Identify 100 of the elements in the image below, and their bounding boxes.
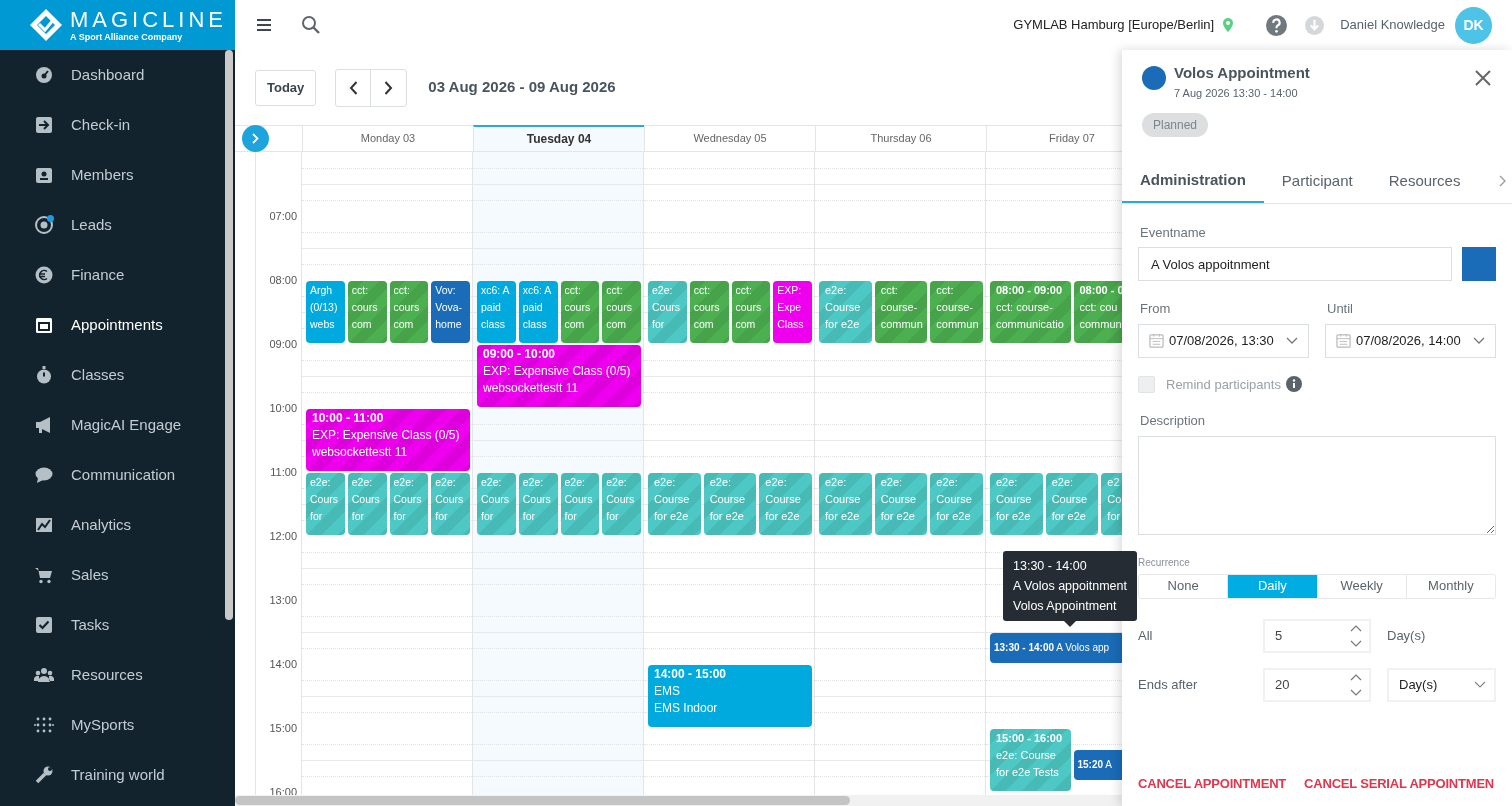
sidebar-item[interactable]: Tasks [0, 600, 235, 650]
cancel-button[interactable]: CANCEL APPOINTMENT [1138, 773, 1287, 793]
sidebar-item[interactable]: Leads [0, 200, 235, 250]
calendar-event[interactable]: Argh (0/13) webs [306, 281, 345, 343]
segment-option[interactable]: Weekly [1316, 574, 1406, 598]
sidebar-item[interactable]: Check-in [0, 100, 235, 150]
calendar-event[interactable]: 08:00 - 09:00 cct: course- communicatio [990, 281, 1071, 343]
sidebar-item[interactable]: Appointments [0, 300, 235, 350]
cancel-button[interactable]: CANCEL SERIAL APPOINTMEN [1304, 773, 1495, 793]
sidebar-item[interactable]: Analytics [0, 500, 235, 550]
calendar-event[interactable]: 14:00 - 15:00 EMS EMS Indoor [648, 665, 812, 727]
status-badge: Planned [1142, 112, 1209, 137]
segment-option[interactable]: Daily [1227, 574, 1317, 598]
calendar-event[interactable]: e2e: Cours for [347, 473, 387, 535]
field-label: From [1140, 300, 1172, 318]
dots-grid-icon [34, 715, 54, 735]
sidebar-item[interactable]: Sales [0, 550, 235, 600]
sidebar-item[interactable]: Members [0, 150, 235, 200]
calendar-event[interactable]: cct: cours com [731, 281, 771, 343]
tab[interactable]: Participant [1263, 159, 1371, 203]
calendar-event[interactable]: cct: cours com [347, 281, 387, 343]
calendar-event[interactable]: 15:20 A [1073, 750, 1122, 781]
date-field[interactable]: 07/08/2026, 13:30 [1138, 323, 1309, 358]
calendar-event[interactable]: e2e: Course for e2e [1045, 473, 1099, 535]
day-header: Wednesday 05 [693, 131, 767, 147]
calendar-event[interactable]: e2e: Course for e2e [819, 281, 872, 343]
sidebar-item[interactable]: Finance [0, 250, 235, 300]
sidebar-item[interactable]: Classes [0, 350, 235, 400]
sidebar-item[interactable]: Dashboard [0, 50, 235, 100]
number-field[interactable]: 5 [1263, 618, 1371, 653]
field-label: Eventname [1140, 223, 1207, 242]
calendar-event[interactable]: e2 Co for [1101, 473, 1122, 535]
calendar-event[interactable]: cct: cours com [689, 281, 729, 343]
segment-option[interactable]: Monthly [1405, 574, 1495, 598]
close-button[interactable] [1475, 70, 1491, 86]
sidebar-item[interactable]: MagicAI Engage [0, 400, 235, 450]
location-label: GYMLAB Hamburg [Europe/Berlin] [1013, 16, 1215, 35]
expand-button[interactable] [242, 125, 269, 152]
time-label: 09:00 [269, 338, 297, 350]
sidebar-item[interactable]: MySports [0, 700, 235, 750]
calendar-event[interactable]: e2e: Cours for [518, 473, 558, 535]
time-label: 13:00 [269, 594, 297, 606]
day-header: Monday 03 [360, 131, 416, 147]
calendar-event[interactable]: e2e: Course for e2e [759, 473, 812, 535]
euro-icon [34, 265, 54, 285]
calendar-event[interactable]: e2e: Cours for [648, 281, 687, 343]
calendar-event[interactable]: cct: cours com [560, 281, 600, 343]
calendar-event[interactable]: xc6: A paid class [477, 281, 516, 343]
unit-dropdown[interactable]: Day(s) [1387, 667, 1496, 702]
gauge-icon [34, 65, 54, 85]
number-field[interactable]: 20 [1263, 667, 1371, 702]
date-field[interactable]: 07/08/2026, 14:00 [1325, 323, 1496, 358]
sidebar-item[interactable]: Communication [0, 450, 235, 500]
calendar-event[interactable]: e2e: Cours for [431, 473, 470, 535]
calendar-event[interactable]: Vov: Vova- home [431, 281, 470, 343]
calendar-event[interactable]: e2e: Course for e2e [648, 473, 701, 535]
sidebar-item[interactable]: Training world [0, 750, 235, 800]
day-header: Thursday 06 [870, 131, 932, 147]
user-avatar[interactable]: DK [1455, 6, 1492, 44]
calendar-event[interactable]: e2e: Course for e2e [703, 473, 757, 535]
menu-icon [256, 18, 272, 32]
calendar-event[interactable]: e2e: Cours for [602, 473, 641, 535]
time-label: 12:00 [269, 530, 297, 542]
color-swatch[interactable] [1462, 247, 1496, 281]
segment-option[interactable]: None [1139, 574, 1228, 598]
description-field[interactable] [1138, 435, 1496, 535]
tab[interactable]: Administration [1122, 159, 1264, 203]
calendar-event[interactable]: 10:00 - 11:00 EXP: Expensive Class (0/5) websockettestt 11 [306, 409, 470, 471]
panel-title: Volos Appointment [1174, 64, 1311, 82]
target-icon [34, 215, 54, 235]
chevron-right-icon [252, 133, 259, 144]
today-button[interactable]: Today [255, 69, 317, 106]
tab[interactable]: Resources [1370, 159, 1479, 203]
calendar-event[interactable]: e2e: Course for e2e [930, 473, 983, 535]
calendar-icon [34, 315, 54, 335]
calendar-event[interactable]: 15:00 - 16:00 e2e: Course for e2e Tests [990, 729, 1071, 791]
calendar-event[interactable]: cct: course- commun [874, 281, 928, 343]
login-icon [34, 115, 54, 135]
calendar-event[interactable]: cct: course- commun [930, 281, 983, 343]
calendar-event[interactable]: 09:00 - 10:00 EXP: Expensive Class (0/5) websockettestt 11 [477, 345, 641, 407]
calendar-event[interactable]: cct: cours com [602, 281, 641, 343]
calendar-event[interactable]: 13:30 - 14:00 A Volos app [990, 633, 1122, 663]
close-icon [1475, 70, 1491, 86]
calendar-icon [1149, 333, 1164, 348]
chat-icon [34, 465, 54, 485]
calendar-event[interactable]: EXP: Expe Class [773, 281, 812, 343]
sidebar-item[interactable]: Resources [0, 650, 235, 700]
spinner-icon [1350, 672, 1362, 697]
calendar-event[interactable]: e2e: Course for e2e [819, 473, 872, 535]
calendar-event[interactable]: e2e: Cours for [306, 473, 345, 535]
calendar-event[interactable]: e2e: Cours for [560, 473, 600, 535]
search-icon [301, 15, 321, 35]
calendar-event[interactable]: e2e: Course for e2e [990, 473, 1043, 535]
calendar-icon [1336, 333, 1351, 348]
calendar-event[interactable]: e2e: Cours for [477, 473, 516, 535]
calendar-event[interactable]: cct: cours com [389, 281, 429, 343]
calendar-event[interactable]: e2e: Cours for [389, 473, 429, 535]
calendar-event[interactable]: e2e: Course for e2e [874, 473, 928, 535]
eventname-field[interactable]: A Volos appoitnment [1138, 247, 1452, 281]
calendar-event[interactable]: xc6: A paid class [518, 281, 558, 343]
